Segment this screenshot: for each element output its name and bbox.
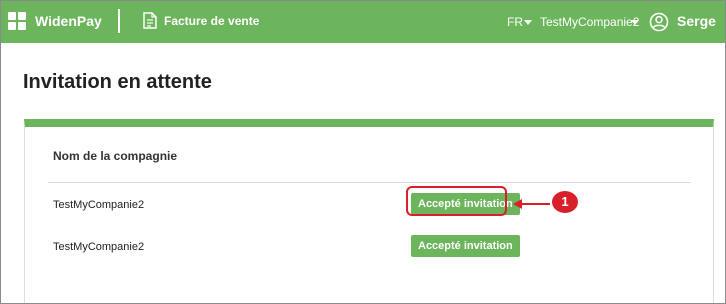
brand-name[interactable]: WidenPay: [35, 13, 102, 29]
annotation-number-badge: 1: [552, 191, 578, 213]
page-title: Invitation en attente: [23, 71, 212, 93]
table-row-2-company: TestMyCompanie2: [53, 241, 145, 253]
top-navigation-bar: WidenPay Facture de vente FR TestMyCompa…: [1, 1, 725, 43]
table-header-divider: [48, 182, 691, 183]
arrow-left-icon: [513, 197, 551, 215]
table-row-1-company: TestMyCompanie2: [53, 199, 145, 211]
header-divider: [118, 9, 120, 33]
grid-logo-icon[interactable]: [8, 12, 26, 30]
chevron-down-icon[interactable]: [524, 20, 532, 25]
document-icon[interactable]: [143, 12, 157, 34]
module-link-sales-invoice[interactable]: Facture de vente: [164, 14, 259, 28]
invitations-panel: [24, 119, 714, 303]
chevron-down-icon[interactable]: [631, 20, 639, 25]
column-header-company-name: Nom de la compagnie: [53, 149, 178, 163]
company-selector[interactable]: TestMyCompanie2: [540, 15, 639, 29]
app-window: WidenPay Facture de vente FR TestMyCompa…: [0, 0, 726, 304]
user-circle-icon[interactable]: [649, 12, 669, 37]
annotation-highlight-ring: [406, 186, 507, 216]
language-selector[interactable]: FR: [507, 15, 523, 29]
accept-invitation-button[interactable]: Accepté invitation: [411, 235, 520, 257]
user-name[interactable]: Serge: [677, 13, 716, 29]
